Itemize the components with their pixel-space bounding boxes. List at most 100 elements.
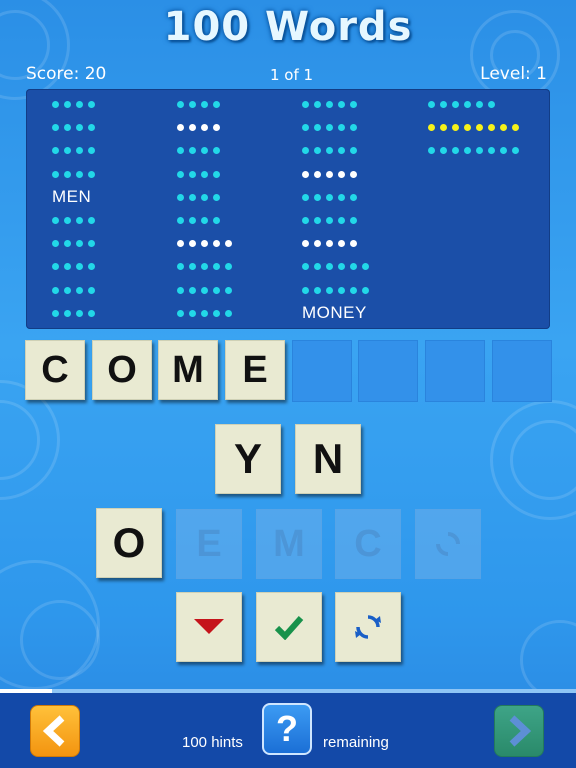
letter-dot <box>76 101 83 109</box>
hidden-word <box>52 209 100 232</box>
letter-dot <box>189 240 196 248</box>
letter-dot <box>512 147 519 155</box>
shuffle-button[interactable] <box>335 592 401 662</box>
letter-tile-n[interactable]: N <box>295 424 361 494</box>
letter-dot <box>177 147 184 155</box>
letter-dot <box>88 309 95 317</box>
help-icon: ? <box>276 708 298 749</box>
letter-dot <box>338 240 345 248</box>
letter-dot <box>201 101 208 109</box>
letter-dot <box>64 170 71 178</box>
help-button[interactable]: ? <box>262 703 312 755</box>
letter-dot <box>177 240 184 248</box>
letter-dot <box>189 263 196 271</box>
letter-dot <box>452 124 459 132</box>
hidden-word <box>177 232 237 255</box>
letter-dot <box>302 263 309 271</box>
bottom-bar: ? <box>0 693 576 768</box>
letter-dot <box>326 193 333 201</box>
letter-dot <box>213 263 220 271</box>
letter-dot <box>464 147 471 155</box>
letter-dot <box>314 286 321 294</box>
empty-answer-slot <box>492 340 552 402</box>
answer-tile[interactable]: C <box>25 340 85 400</box>
letter-dot <box>76 263 83 271</box>
letter-dot <box>189 286 196 294</box>
letter-dot <box>326 101 333 109</box>
letter-dot <box>362 286 369 294</box>
found-word-label: MONEY <box>302 303 367 323</box>
letter-dot <box>464 101 471 109</box>
letter-dot <box>189 309 196 317</box>
letter-tile-y[interactable]: Y <box>215 424 281 494</box>
letter-dot <box>326 286 333 294</box>
letter-dot <box>314 263 321 271</box>
letter-dot <box>302 147 309 155</box>
chevron-right-icon <box>509 715 532 747</box>
letter-dot <box>314 240 321 248</box>
refresh-icon <box>436 532 460 556</box>
found-word-label: MEN <box>52 187 92 207</box>
next-button[interactable] <box>494 705 544 757</box>
hidden-word <box>302 209 374 232</box>
letter-dot <box>52 147 59 155</box>
answer-tile[interactable]: E <box>225 340 285 400</box>
letter-dot <box>476 101 483 109</box>
answer-tile[interactable]: M <box>158 340 218 400</box>
hidden-word <box>302 139 374 162</box>
letter-dot <box>201 286 208 294</box>
hidden-word <box>52 93 100 116</box>
letter-dot <box>338 217 345 225</box>
letter-dot <box>213 217 220 225</box>
letter-dot <box>189 124 196 132</box>
hidden-word <box>52 139 100 162</box>
clear-button[interactable] <box>176 592 242 662</box>
hidden-word <box>302 93 374 116</box>
letter-dot <box>350 263 357 271</box>
letter-tile-o[interactable]: O <box>96 508 162 578</box>
letter-dot <box>177 309 184 317</box>
letter-dot <box>350 286 357 294</box>
letter-dot <box>213 193 220 201</box>
letter-dot <box>488 147 495 155</box>
letter-dot <box>201 193 208 201</box>
letter-dot <box>362 263 369 271</box>
letter-dot <box>201 170 208 178</box>
answer-tile[interactable]: O <box>92 340 152 400</box>
letter-dot <box>338 101 345 109</box>
letter-dot <box>213 147 220 155</box>
letter-dot <box>476 147 483 155</box>
letter-dot <box>338 170 345 178</box>
letter-dot <box>452 147 459 155</box>
letter-dot <box>64 240 71 248</box>
letter-dot <box>177 217 184 225</box>
hidden-word <box>52 302 100 325</box>
letter-dot <box>302 193 309 201</box>
letter-dot <box>350 147 357 155</box>
hidden-word <box>177 279 237 302</box>
letter-dot <box>177 286 184 294</box>
letter-dot <box>476 124 483 132</box>
letter-dot <box>52 263 59 271</box>
chevron-left-icon <box>42 715 65 747</box>
letter-dot <box>189 147 196 155</box>
letter-dot <box>76 124 83 132</box>
letter-dot <box>326 147 333 155</box>
word-column-1: MEN <box>52 93 100 325</box>
letter-dot <box>88 170 95 178</box>
hidden-word <box>177 116 237 139</box>
hidden-word <box>177 163 237 186</box>
letter-dot <box>213 240 220 248</box>
letter-dot <box>500 147 507 155</box>
hidden-word <box>52 232 100 255</box>
letter-dot <box>52 217 59 225</box>
letter-dot <box>338 193 345 201</box>
letter-dot <box>512 124 519 132</box>
letter-dot <box>314 193 321 201</box>
letter-dot <box>338 124 345 132</box>
letter-dot <box>500 124 507 132</box>
submit-button[interactable] <box>256 592 322 662</box>
letter-dot <box>88 147 95 155</box>
hidden-word <box>52 116 100 139</box>
back-button[interactable] <box>30 705 80 757</box>
